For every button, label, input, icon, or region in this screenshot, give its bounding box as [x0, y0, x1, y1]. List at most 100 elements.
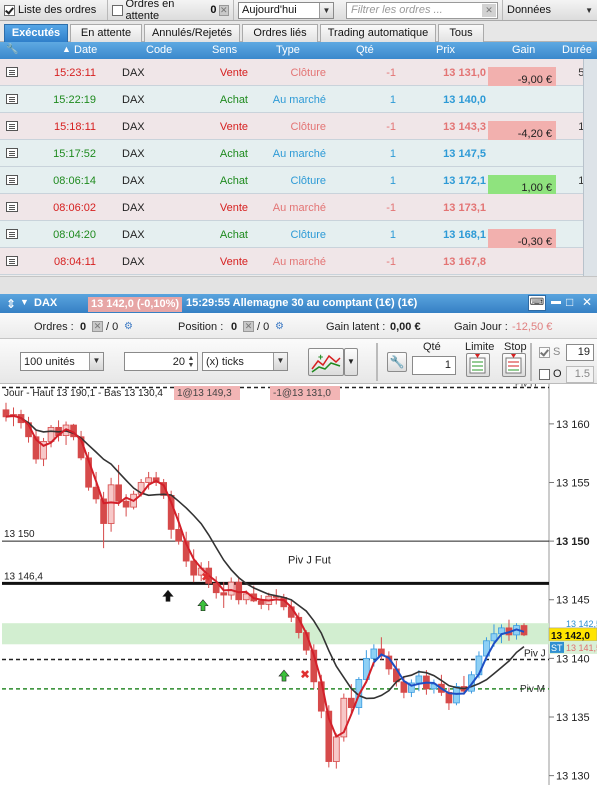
- level-13146-label: 13 146,4: [4, 571, 43, 582]
- o-checkbox[interactable]: [539, 369, 550, 380]
- stepper-icon[interactable]: ▲ ▼: [187, 355, 195, 369]
- tab-pending[interactable]: En attente: [70, 24, 142, 42]
- table-row[interactable]: 08:06:02 DAX Vente Au marché -1 13 173,1: [0, 194, 597, 221]
- close-icon[interactable]: ✕: [582, 295, 592, 309]
- indicators-icon: +: [311, 352, 341, 373]
- chevron-down-icon[interactable]: ▼: [344, 348, 358, 376]
- price-chart[interactable]: 13 160 13 155 13 150 13 145 13 140 13 135 13 1…: [0, 379, 597, 785]
- ticks-unit-select[interactable]: (x) ticks ▼: [202, 352, 288, 371]
- col-date[interactable]: Date: [74, 44, 97, 56]
- order-code: DAX: [122, 67, 145, 79]
- col-code[interactable]: Code: [146, 44, 172, 56]
- data-menu[interactable]: Données ▼: [502, 0, 597, 20]
- stop-button[interactable]: [502, 353, 526, 377]
- order-price: 13 167,8: [443, 256, 486, 268]
- maximize-icon[interactable]: □: [566, 295, 573, 309]
- order-date: 08:04:20: [53, 229, 96, 241]
- pending-orders-checkbox[interactable]: [112, 4, 123, 16]
- table-row[interactable]: 15:23:11 DAX Vente Clôture -1 13 131,0 -9,00 €…: [0, 59, 597, 93]
- col-type[interactable]: Type: [276, 44, 300, 56]
- orders-tabs: Exécutés En attente Annulés/Rejetés Ordr…: [0, 21, 597, 42]
- st-label: ST: [551, 643, 563, 653]
- pivot-high-label: Piv H: [515, 384, 537, 389]
- candle-body: [370, 648, 378, 659]
- order-code: DAX: [122, 256, 145, 268]
- col-gain[interactable]: Gain: [512, 44, 535, 56]
- order-code: DAX: [122, 94, 145, 106]
- tab-cancelled[interactable]: Annulés/Rejetés: [144, 24, 240, 42]
- order-price: 13 131,0: [443, 67, 486, 79]
- order-detail-icon: [6, 202, 18, 212]
- order-tag-sell: -1@13 131,0: [273, 388, 331, 399]
- order-type: Au marché: [272, 256, 326, 268]
- clear-filter-icon[interactable]: ✕: [482, 3, 496, 17]
- orders-list-toggle[interactable]: Liste des ordres: [0, 0, 108, 20]
- order-side: Vente: [219, 256, 248, 268]
- ticks-unit-value: (x) ticks: [206, 355, 244, 368]
- tab-automatic-trading[interactable]: Trading automatique: [320, 24, 436, 42]
- close-position-icon[interactable]: ✕: [243, 321, 254, 332]
- limit-order-icon: [469, 354, 486, 374]
- table-row[interactable]: 08:06:14DAXAchatClôture113 172,11,00 €12…: [0, 167, 597, 201]
- table-row[interactable]: 08:04:20DAXAchatClôture113 168,1-0,30 €9…: [0, 221, 597, 255]
- limit-button[interactable]: [466, 353, 490, 377]
- quantity-input[interactable]: 1: [412, 356, 456, 375]
- toolbar-divider: [530, 343, 532, 381]
- order-qty: 1: [389, 148, 396, 160]
- units-select[interactable]: 100 unités ▼: [20, 352, 104, 371]
- s-checkbox[interactable]: [539, 347, 550, 358]
- order-code: DAX: [122, 229, 145, 241]
- orders-list-checkbox[interactable]: [4, 4, 15, 16]
- col-price[interactable]: Prix: [436, 44, 455, 56]
- table-row[interactable]: 08:04:11 DAX Vente Au marché -1 13 167,8: [0, 248, 597, 275]
- black-up-arrow-icon: [162, 589, 174, 602]
- filter-orders-input[interactable]: Filtrer les ordres ... ✕: [346, 1, 498, 19]
- order-detail-icon: [6, 148, 18, 158]
- order-date: 08:04:11: [53, 256, 96, 268]
- sort-up-icon: ▲: [62, 44, 71, 54]
- order-date: 15:22:19: [53, 94, 96, 106]
- data-label: Données: [507, 4, 552, 16]
- order-detail-icon: [6, 94, 18, 104]
- svg-text:+: +: [318, 352, 323, 362]
- gear-icon[interactable]: ⚙: [275, 321, 284, 332]
- indicators-button[interactable]: +: [308, 348, 344, 376]
- tab-linked-orders[interactable]: Ordres liés: [242, 24, 318, 42]
- table-row[interactable]: 15:22:19 DAX Achat Au marché 1 13 140,0: [0, 86, 597, 113]
- order-type: Clôture: [290, 175, 326, 187]
- candle-body: [122, 500, 130, 508]
- tab-executed[interactable]: Exécutés: [4, 24, 68, 42]
- ticks-value: 20: [172, 355, 185, 368]
- col-qty[interactable]: Qté: [356, 44, 374, 56]
- close-icon[interactable]: ✕: [218, 4, 229, 16]
- ticks-input[interactable]: 20 ▲ ▼: [124, 352, 198, 371]
- candle-body: [220, 592, 228, 596]
- instrument-title: 15:29:55 Allemagne 30 au comptant (1€) (…: [186, 297, 418, 309]
- orders-scrollbar[interactable]: [583, 59, 597, 276]
- order-date: 08:06:02: [53, 202, 96, 214]
- period-select[interactable]: Aujourd'hui ▼: [238, 1, 334, 19]
- position-label: Position :: [178, 321, 224, 333]
- order-price: 13 173,1: [443, 202, 486, 214]
- o-input[interactable]: 1.5: [566, 366, 594, 383]
- price-chart-svg[interactable]: 13 160 13 155 13 150 13 145 13 140 13 135 13 1…: [0, 379, 597, 785]
- chevron-down-icon[interactable]: ▼: [20, 297, 29, 307]
- pending-orders-toggle[interactable]: Ordres en attente 0 ✕: [108, 0, 234, 22]
- sell-cross-icon: ✖: [201, 570, 211, 584]
- tab-all[interactable]: Tous: [438, 24, 484, 42]
- minimize-icon[interactable]: ▬: [551, 296, 561, 307]
- gear-icon[interactable]: ⚙: [124, 321, 133, 332]
- col-duration[interactable]: Durée: [562, 44, 592, 56]
- close-orders-icon[interactable]: ✕: [92, 321, 103, 332]
- table-row[interactable]: 15:17:52 DAX Achat Au marché 1 13 147,5: [0, 140, 597, 167]
- order-qty: -1: [386, 202, 396, 214]
- split-icon[interactable]: ⇕: [6, 297, 16, 311]
- col-side[interactable]: Sens: [212, 44, 237, 56]
- s-input[interactable]: 19: [566, 344, 594, 361]
- wrench-icon[interactable]: 🔧: [6, 44, 18, 55]
- table-row[interactable]: 15:18:11 DAX Vente Clôture -1 13 143,3 -4,20 €…: [0, 113, 597, 147]
- wrench-icon[interactable]: 🔧: [387, 352, 407, 372]
- candle-body: [190, 560, 198, 576]
- keyboard-icon[interactable]: ⌨: [528, 295, 546, 311]
- order-code: DAX: [122, 148, 145, 160]
